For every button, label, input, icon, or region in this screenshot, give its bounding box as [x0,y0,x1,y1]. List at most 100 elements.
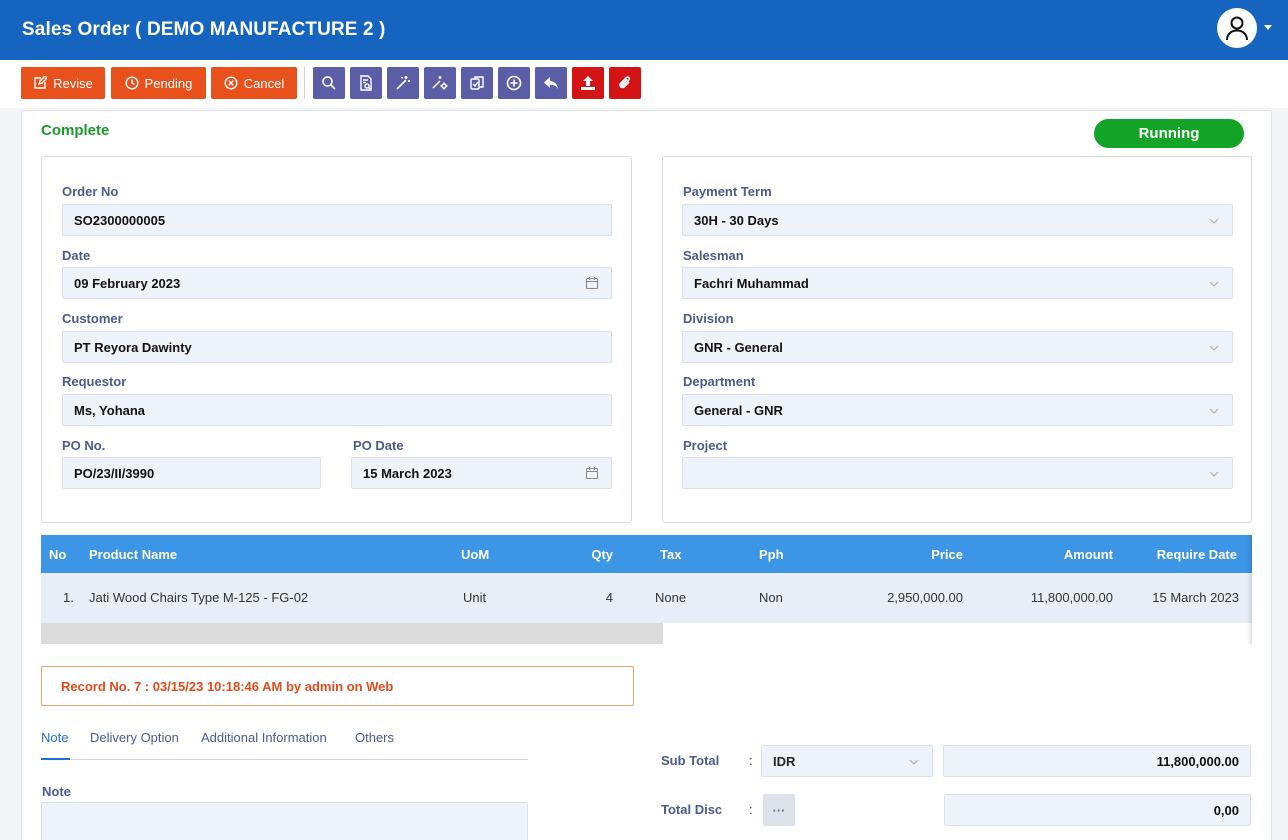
calendar-icon[interactable] [585,466,599,480]
col-pph[interactable]: Pph [759,547,784,562]
order-info-card: Order No SO2300000005 Date 09 February 2… [41,156,632,523]
cancel-label: Cancel [243,75,285,91]
chevron-down-icon [1209,218,1219,224]
upload-button[interactable] [572,67,604,99]
cell-no: 1. [63,590,74,605]
subtotal-colon: : [749,753,753,768]
document-search-icon [360,75,372,91]
division-label: Division [683,311,734,326]
toolbar-divider [304,67,305,99]
currency-value: IDR [773,753,796,769]
search-button[interactable] [313,67,345,99]
division-select[interactable]: GNR - General [682,331,1233,363]
add-button[interactable] [498,67,530,99]
cell-require-date: 15 March 2023 [1152,590,1239,605]
col-qty[interactable]: Qty [591,547,613,562]
payment-term-label: Payment Term [683,184,772,199]
col-no[interactable]: No [49,547,66,562]
tab-others[interactable]: Others [355,730,394,745]
items-table-header: No Product Name UoM Qty Tax Pph Price Am… [41,535,1252,573]
reply-arrow-icon [544,77,558,89]
subtotal-field[interactable]: 11,800,000.00 [943,745,1251,777]
upload-icon [581,76,595,90]
total-disc-field[interactable]: 0,00 [944,794,1251,826]
requestor-label: Requestor [62,374,127,389]
discount-options-button[interactable]: ··· [763,794,795,826]
division-value: GNR - General [694,339,783,355]
revise-button[interactable]: Revise [21,67,105,99]
date-field[interactable]: 09 February 2023 [62,267,612,299]
currency-select[interactable]: IDR [761,745,933,777]
copy-button[interactable] [461,67,493,99]
department-select[interactable]: General - GNR [682,394,1233,426]
cell-uom: Unit [463,590,487,605]
detail-tabs: Note Delivery Option Additional Informat… [41,728,528,760]
salesman-value: Fachri Muhammad [694,275,809,291]
user-avatar[interactable] [1217,8,1257,48]
col-tax[interactable]: Tax [660,547,681,562]
col-require-date[interactable]: Require Date [1157,547,1237,562]
edit-icon [34,76,48,89]
col-amount[interactable]: Amount [1064,547,1113,562]
active-tab-indicator [41,758,70,760]
note-label: Note [42,784,71,799]
cell-product: Jati Wood Chairs Type M-125 - FG-02 [89,590,309,605]
payment-term-value: 30H - 30 Days [694,212,779,228]
po-date-value: 15 March 2023 [363,465,452,481]
col-uom[interactable]: UoM [461,547,489,562]
preview-button[interactable] [350,67,382,99]
undo-button[interactable] [535,67,567,99]
magic-wand-gear-icon [432,76,448,90]
chevron-down-icon [909,759,919,765]
po-no-label: PO No. [62,438,106,453]
total-disc-colon: : [749,802,753,817]
calendar-icon[interactable] [585,276,599,290]
status-label: Complete [41,122,110,139]
note-textarea[interactable] [41,802,528,840]
magic-wand-button[interactable] [387,67,419,99]
department-value: General - GNR [694,402,783,418]
revise-label: Revise [53,75,93,91]
cell-pph: Non [759,590,783,605]
col-product-name[interactable]: Product Name [89,547,177,562]
po-date-field[interactable]: 15 March 2023 [351,457,612,489]
search-icon [322,76,336,90]
attachment-button[interactable] [609,67,641,99]
copy-icon [470,76,484,90]
total-disc-label: Total Disc [661,802,723,817]
col-price[interactable]: Price [931,547,963,562]
chevron-down-icon [1209,345,1219,351]
user-icon [1226,16,1248,41]
user-menu-caret-icon[interactable] [1264,25,1272,30]
payment-term-select[interactable]: 30H - 30 Days [682,204,1233,236]
app-header: Sales Order ( DEMO MANUFACTURE 2 ) [0,0,1288,60]
tab-note[interactable]: Note [41,730,68,745]
salesman-label: Salesman [683,248,744,263]
tab-additional-information[interactable]: Additional Information [201,730,327,745]
pending-button[interactable]: Pending [111,67,206,99]
cancel-button[interactable]: Cancel [211,67,297,99]
po-date-label: PO Date [353,438,404,453]
chevron-down-icon [1209,471,1219,477]
cell-amount: 11,800,000.00 [1030,590,1113,605]
customer-field[interactable]: PT Reyora Dawinty [62,331,612,363]
requestor-field[interactable]: Ms, Yohana [62,394,612,426]
magic-settings-button[interactable] [424,67,456,99]
scroll-shadow [1247,535,1252,644]
horizontal-scrollbar[interactable] [41,623,663,644]
tab-delivery-option[interactable]: Delivery Option [90,730,179,745]
chevron-down-icon [1209,408,1219,414]
po-no-field[interactable]: PO/23/II/3990 [62,457,321,489]
project-label: Project [683,438,728,453]
cancel-circle-icon [224,76,238,90]
subtotal-label: Sub Total [661,753,720,768]
magic-wand-icon [396,76,410,90]
order-no-field[interactable]: SO2300000005 [62,204,612,236]
plus-circle-icon [506,75,522,91]
salesman-select[interactable]: Fachri Muhammad [682,267,1233,299]
clock-icon [125,76,139,90]
customer-label: Customer [62,311,123,326]
cell-tax: None [655,590,687,605]
table-row[interactable]: 1. Jati Wood Chairs Type M-125 - FG-02 U… [41,573,1252,623]
project-select[interactable] [682,457,1233,489]
